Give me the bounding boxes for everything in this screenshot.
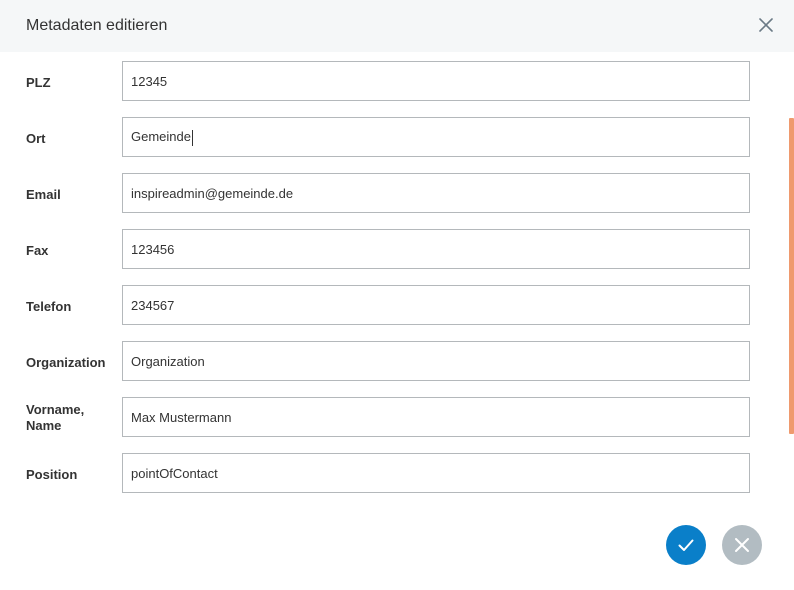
form-row-ort: Ort Gemeinde — [0, 117, 794, 173]
cancel-button[interactable] — [722, 525, 762, 565]
field-label: Position — [26, 467, 78, 482]
checkmark-icon — [678, 539, 694, 551]
form-row-telefon: Telefon — [0, 285, 794, 341]
field-label: Organization — [26, 355, 106, 370]
name-input[interactable] — [122, 397, 750, 437]
field-label: Fax — [26, 243, 49, 258]
email-input[interactable] — [122, 173, 750, 213]
ort-input[interactable]: Gemeinde — [122, 117, 750, 157]
form-row-name: Vorname, Name — [0, 397, 794, 453]
form-row-organization: Organization — [0, 341, 794, 397]
confirm-button[interactable] — [666, 525, 706, 565]
dialog-header: Metadaten editieren — [0, 0, 794, 52]
position-input[interactable] — [122, 453, 750, 493]
plz-input[interactable] — [122, 61, 750, 101]
close-icon — [759, 18, 773, 32]
form-row-email: Email — [0, 173, 794, 229]
field-label: Email — [26, 187, 61, 202]
form-row-plz: PLZ — [0, 61, 794, 117]
close-icon — [735, 538, 749, 552]
ort-input-value: Gemeinde — [131, 129, 191, 144]
field-label: PLZ — [26, 75, 51, 90]
field-label: Vorname, Name — [26, 402, 85, 433]
field-label: Ort — [26, 131, 46, 146]
telefon-input[interactable] — [122, 285, 750, 325]
organization-input[interactable] — [122, 341, 750, 381]
scrollbar-thumb[interactable] — [789, 118, 794, 434]
form-row-fax: Fax — [0, 229, 794, 285]
close-dialog-button[interactable] — [756, 15, 776, 35]
field-label: Telefon — [26, 299, 72, 314]
fax-input[interactable] — [122, 229, 750, 269]
form-row-position: Position — [0, 453, 794, 509]
metadata-form: PLZ Ort Gemeinde Email Fax Telefon Organ… — [0, 52, 794, 502]
dialog-title: Metadaten editieren — [26, 17, 168, 34]
text-cursor — [191, 129, 193, 146]
